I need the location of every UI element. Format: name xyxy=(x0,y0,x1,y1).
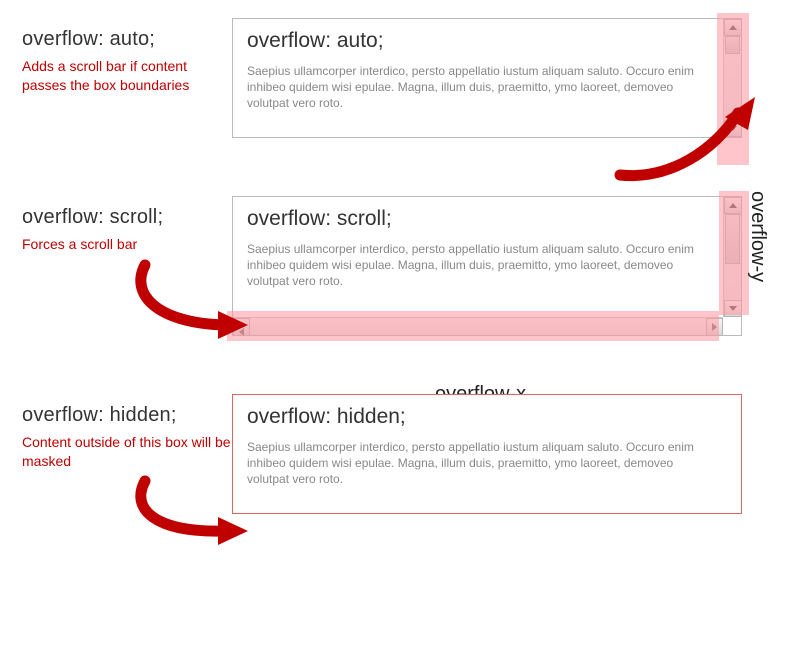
scroll-up-button[interactable] xyxy=(724,197,742,214)
panel-body: Saepius ullamcorper interdico, persto ap… xyxy=(247,63,727,112)
chevron-right-icon xyxy=(712,323,717,331)
scroll-thumb[interactable] xyxy=(725,36,740,54)
chevron-left-icon xyxy=(239,328,244,336)
vertical-scrollbar[interactable] xyxy=(723,19,741,137)
label-block: overflow: auto; Adds a scroll bar if con… xyxy=(22,18,232,95)
chevron-down-icon xyxy=(729,126,737,131)
row-overflow-auto: overflow: auto; Adds a scroll bar if con… xyxy=(0,0,800,178)
scroll-down-button[interactable] xyxy=(724,120,742,137)
demo-panel-hidden: overflow: hidden; Saepius ullamcorper in… xyxy=(232,394,742,514)
label-block: overflow: scroll; Forces a scroll bar xyxy=(22,196,232,254)
label-title: overflow: auto; xyxy=(22,28,232,51)
label-description: Adds a scroll bar if content passes the … xyxy=(22,57,232,95)
panel-body: Saepius ullamcorper interdico, persto ap… xyxy=(247,439,727,488)
scroll-thumb[interactable] xyxy=(725,214,740,264)
axis-y-label: overflow-y xyxy=(746,191,769,282)
chevron-down-icon xyxy=(729,306,737,311)
chevron-up-icon xyxy=(729,203,737,208)
label-description: Content outside of this box will be mask… xyxy=(22,433,232,471)
label-description: Forces a scroll bar xyxy=(22,235,232,254)
panel-body: Saepius ullamcorper interdico, persto ap… xyxy=(247,241,727,290)
scroll-up-button[interactable] xyxy=(724,19,742,36)
demo-panel-auto: overflow: auto; Saepius ullamcorper inte… xyxy=(232,18,742,138)
scroll-down-button[interactable] xyxy=(724,300,742,317)
label-block: overflow: hidden; Content outside of thi… xyxy=(22,394,232,471)
chevron-up-icon xyxy=(729,25,737,30)
scroll-left-button[interactable] xyxy=(233,318,250,336)
label-title: overflow: scroll; xyxy=(22,206,232,229)
panel-title: overflow: hidden; xyxy=(247,405,727,429)
row-overflow-hidden: overflow: hidden; Content outside of thi… xyxy=(0,376,800,554)
horizontal-scrollbar[interactable] xyxy=(233,317,723,335)
panel-title: overflow: auto; xyxy=(247,29,727,53)
demo-panel-scroll: overflow: scroll; Saepius ullamcorper in… xyxy=(232,196,742,336)
row-overflow-scroll: overflow: scroll; Forces a scroll bar ov… xyxy=(0,178,800,376)
panel-title: overflow: scroll; xyxy=(247,207,727,231)
label-title: overflow: hidden; xyxy=(22,404,232,427)
scroll-right-button[interactable] xyxy=(706,318,723,336)
vertical-scrollbar[interactable] xyxy=(723,197,741,317)
